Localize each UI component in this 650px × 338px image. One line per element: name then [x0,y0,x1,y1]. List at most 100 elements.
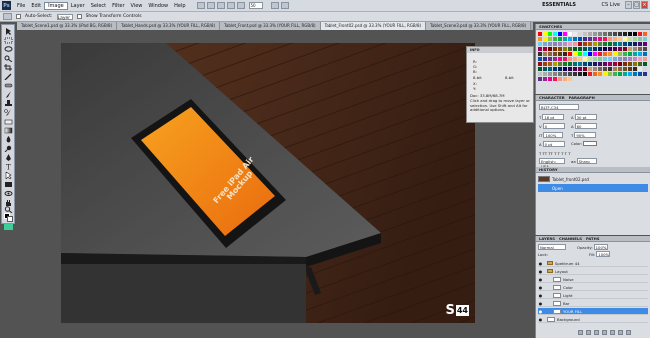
history-brush-tool-icon[interactable] [4,109,13,116]
layer-style-icon[interactable] [586,330,591,335]
menu-layer[interactable]: Layer [68,3,88,9]
doc-tab-4[interactable]: Tablet_Front02.psd @ 33.3% (YOUR FILL, R… [320,22,427,30]
rotate-icon[interactable] [236,2,245,9]
color-swatch[interactable] [643,32,647,36]
doc-tab-2[interactable]: Tablet_Hands.psd @ 33.3% (YOUR FILL, RGB… [117,22,221,30]
color-swatch[interactable] [578,52,582,56]
zoom-tool-icon[interactable] [4,206,13,213]
color-swatch[interactable] [608,57,612,61]
color-swatch[interactable] [548,72,552,76]
color-swatch[interactable] [568,47,572,51]
tab-layers[interactable]: LAYERS [539,236,555,241]
color-swatch[interactable] [563,67,567,71]
color-swatch[interactable] [588,62,592,66]
type-tool-icon[interactable]: T [4,163,13,171]
color-swatch[interactable] [598,57,602,61]
layer-row[interactable]: ● Bar [538,300,648,307]
tab-character[interactable]: CHARACTER [539,95,565,100]
menu-file[interactable]: File [14,3,28,9]
color-swatch[interactable] [553,32,557,36]
visibility-eye-icon[interactable]: ● [538,269,543,274]
color-swatch[interactable] [603,72,607,76]
color-swatch[interactable] [583,47,587,51]
color-swatch[interactable] [638,67,642,71]
color-swatch[interactable] [573,32,577,36]
color-swatch[interactable] [598,52,602,56]
color-swatch[interactable] [638,57,642,61]
color-swatch[interactable] [643,62,647,66]
color-swatch[interactable] [608,52,612,56]
color-swatch[interactable] [633,37,637,41]
color-swatch[interactable] [543,62,547,66]
color-swatch[interactable] [613,72,617,76]
color-swatch[interactable] [633,47,637,51]
color-swatch[interactable] [563,52,567,56]
color-swatch[interactable] [558,72,562,76]
move-tool-preset-icon[interactable] [3,13,12,20]
color-swatch[interactable] [588,57,592,61]
screen-mode-icon[interactable] [280,2,289,9]
color-swatch[interactable] [548,67,552,71]
color-swatch[interactable] [593,47,597,51]
color-swatch[interactable] [538,32,542,36]
color-swatch[interactable] [563,47,567,51]
color-swatch[interactable] [628,42,632,46]
color-swatch[interactable] [618,57,622,61]
doc-tab-1[interactable]: Tablet_Scene1.psd @ 33.3% (iPad BG, RGB/… [17,22,118,30]
layer-row[interactable]: ● Color [538,284,648,291]
color-swatch[interactable] [628,52,632,56]
quick-select-tool-icon[interactable] [4,55,13,62]
color-swatch[interactable] [538,67,542,71]
color-swatch[interactable] [573,67,577,71]
close-button[interactable]: × [641,1,648,9]
color-swatch[interactable] [588,37,592,41]
eyedropper-tool-icon[interactable] [4,73,13,80]
color-swatch[interactable] [583,37,587,41]
color-swatch[interactable] [573,37,577,41]
history-snapshot[interactable]: Tablet_front02.psd [538,175,648,183]
menu-help[interactable]: Help [171,3,188,9]
color-swatch[interactable] [588,32,592,36]
menu-image[interactable]: Image [44,1,68,10]
color-swatch[interactable] [638,42,642,46]
color-swatch[interactable] [548,47,552,51]
color-swatch[interactable] [538,77,542,81]
color-swatch[interactable] [568,62,572,66]
color-swatch[interactable] [568,42,572,46]
tab-paragraph[interactable]: PARAGRAPH [569,95,595,100]
color-swatch[interactable] [583,52,587,56]
color-swatch[interactable] [568,67,572,71]
color-swatch[interactable] [558,47,562,51]
baseline-field[interactable]: 0 pt [542,141,565,147]
color-swatch[interactable] [593,67,597,71]
move-tool-icon[interactable] [4,28,13,35]
delete-layer-icon[interactable] [626,330,631,335]
color-swatch[interactable] [538,52,542,56]
color-swatch[interactable] [538,42,542,46]
color-swatch[interactable] [543,67,547,71]
healing-brush-tool-icon[interactable] [4,82,13,89]
color-swatch[interactable] [623,37,627,41]
layer-mask-icon[interactable] [594,330,599,335]
zoom-icon[interactable] [226,2,235,9]
color-swatch[interactable] [568,37,572,41]
color-swatch[interactable] [573,62,577,66]
color-swatch[interactable] [568,77,572,81]
color-swatch[interactable] [603,62,607,66]
color-swatch[interactable] [568,52,572,56]
color-swatch[interactable] [618,42,622,46]
fill-field[interactable]: 100% [596,251,611,257]
color-swatch[interactable] [618,62,622,66]
color-swatch[interactable] [588,42,592,46]
color-swatch[interactable] [538,62,542,66]
color-swatch[interactable] [553,42,557,46]
doc-tab-5[interactable]: Tablet_Scene3.psd @ 33.3% (YOUR FILL, RG… [426,22,532,30]
color-swatch[interactable] [633,32,637,36]
color-swatch[interactable] [608,67,612,71]
color-swatch[interactable] [623,72,627,76]
color-swatch[interactable] [558,77,562,81]
color-swatch[interactable] [543,77,547,81]
color-swatch[interactable] [578,72,582,76]
new-layer-icon[interactable] [618,330,623,335]
color-swatch[interactable] [573,72,577,76]
